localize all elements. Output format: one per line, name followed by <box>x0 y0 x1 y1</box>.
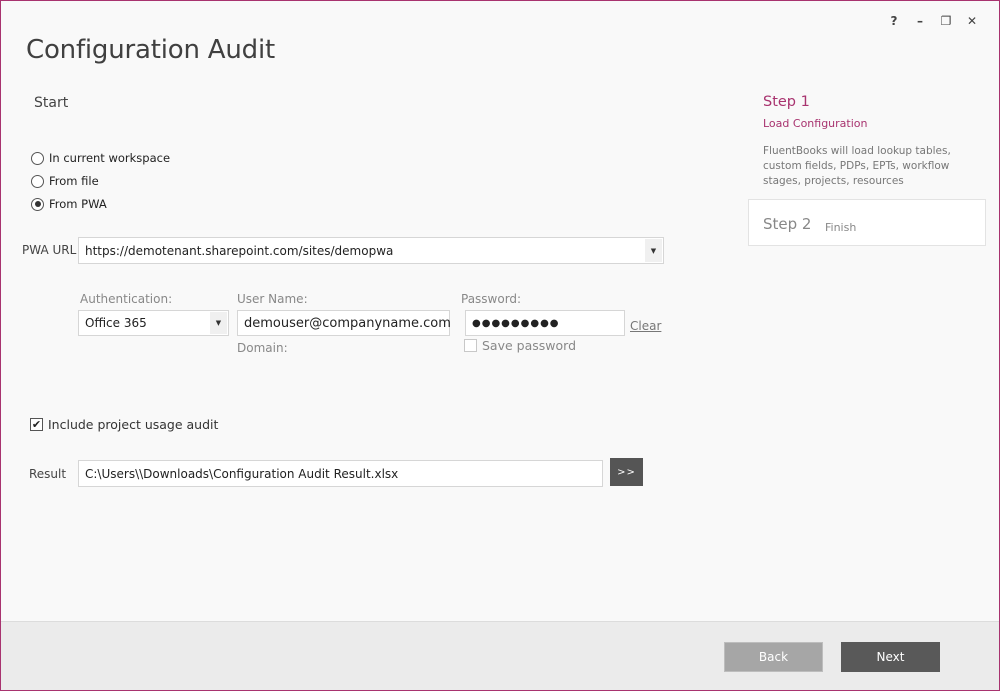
minimize-icon[interactable]: – <box>907 12 933 30</box>
include-usage-audit-label: Include project usage audit <box>48 417 219 432</box>
step2-item[interactable]: Step 2 Finish <box>748 199 986 246</box>
radio-button[interactable] <box>31 151 44 165</box>
authentication-label: Authentication: <box>80 292 173 306</box>
pwa-url-label: PWA URL <box>22 243 77 257</box>
window-controls: ? – ❐ ✕ <box>881 12 985 30</box>
radio-from-file[interactable]: From file <box>31 174 99 188</box>
chevron-down-icon[interactable]: ▼ <box>645 239 662 262</box>
step2-subtitle: Finish <box>825 221 857 234</box>
clear-password-link[interactable]: Clear <box>630 319 661 333</box>
radio-from-pwa[interactable]: From PWA <box>31 197 107 211</box>
include-usage-audit-option[interactable]: ✔ Include project usage audit <box>30 417 218 432</box>
next-button[interactable]: Next <box>841 642 940 672</box>
step1-description: FluentBooks will load lookup tables, cus… <box>763 145 951 187</box>
configuration-audit-window: ? – ❐ ✕ Configuration Audit Start In cur… <box>0 0 1000 691</box>
username-input[interactable]: demouser@companyname.com <box>237 310 451 336</box>
result-path-value: C:\Users\\Downloads\Configuration Audit … <box>85 466 399 481</box>
pwa-url-value: https://demotenant.sharepoint.com/sites/… <box>85 243 394 258</box>
back-button[interactable]: Back <box>724 642 823 672</box>
step1-subtitle: Load Configuration <box>763 117 868 130</box>
chevron-down-icon[interactable]: ▼ <box>210 312 227 334</box>
result-label: Result <box>29 467 67 481</box>
save-password-checkbox[interactable] <box>464 339 477 352</box>
step1-title: Step 1 <box>763 94 810 110</box>
password-input[interactable]: ●●●●●●●●● <box>465 310 625 336</box>
save-password-option[interactable]: Save password <box>464 338 576 353</box>
step2-title: Step 2 <box>763 215 812 233</box>
checkmark-icon: ✔ <box>31 418 42 431</box>
restore-icon[interactable]: ❐ <box>933 12 959 30</box>
save-password-label: Save password <box>482 338 577 353</box>
footer-bar: Back Next <box>1 621 999 690</box>
radio-button-selected[interactable] <box>31 197 44 211</box>
browse-button[interactable]: >> <box>610 458 643 486</box>
password-value: ●●●●●●●●● <box>472 317 560 329</box>
domain-label: Domain: <box>237 341 288 355</box>
username-value: demouser@companyname.com <box>244 315 451 331</box>
radio-button[interactable] <box>31 174 44 188</box>
include-usage-audit-checkbox[interactable]: ✔ <box>30 418 43 431</box>
help-icon[interactable]: ? <box>881 12 907 30</box>
radio-label: In current workspace <box>49 151 171 165</box>
radio-label: From PWA <box>49 197 107 211</box>
pwa-url-dropdown[interactable]: https://demotenant.sharepoint.com/sites/… <box>78 237 664 264</box>
authentication-dropdown[interactable]: Office 365 ▼ <box>78 310 229 336</box>
page-title: Configuration Audit <box>26 35 275 65</box>
username-label: User Name: <box>237 292 308 306</box>
authentication-value: Office 365 <box>85 316 147 330</box>
password-label: Password: <box>461 292 522 306</box>
result-path-input[interactable]: C:\Users\\Downloads\Configuration Audit … <box>78 460 603 487</box>
section-title-start: Start <box>34 95 69 111</box>
close-icon[interactable]: ✕ <box>959 12 985 30</box>
radio-label: From file <box>49 174 99 188</box>
radio-in-current-workspace[interactable]: In current workspace <box>31 151 170 165</box>
